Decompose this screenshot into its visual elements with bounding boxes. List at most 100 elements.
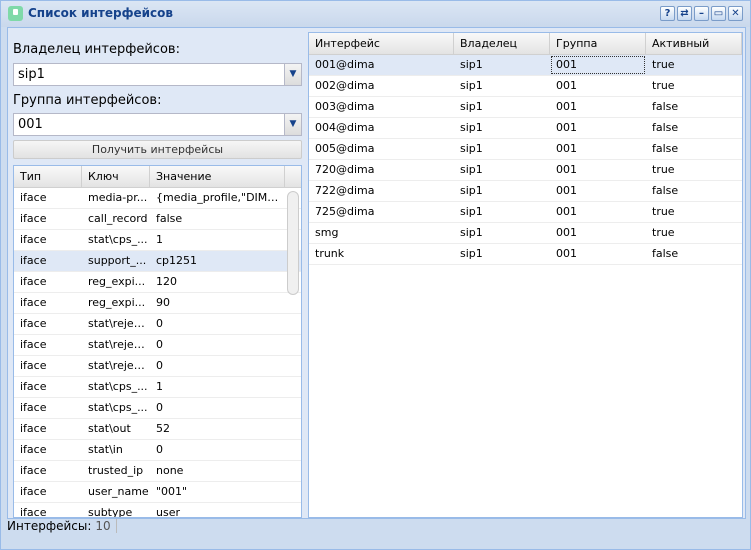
table-row[interactable]: 725@dima sip1 001 true xyxy=(309,202,742,223)
owner-cell: sip1 xyxy=(460,226,483,239)
owner-value: sip1 xyxy=(18,67,45,82)
owner-cell: sip1 xyxy=(460,163,483,176)
table-row[interactable]: iface reg_expi... 90 xyxy=(14,293,301,314)
active-cell: false xyxy=(652,142,679,155)
active-cell: true xyxy=(652,79,675,92)
table-row[interactable]: 720@dima sip1 001 true xyxy=(309,160,742,181)
table-row[interactable]: iface media-pr... {media_profile,"DIMA",".… xyxy=(14,188,301,209)
table-row[interactable]: iface reg_expi... 120 xyxy=(14,272,301,293)
table-row[interactable]: 722@dima sip1 001 false xyxy=(309,181,742,202)
table-row[interactable]: iface stat\in 0 xyxy=(14,440,301,461)
table-row[interactable]: iface trusted_ip none xyxy=(14,461,301,482)
window-body: Владелец интерфейсов: sip1 ▼ Группа инте… xyxy=(7,27,746,519)
maximize-button[interactable]: ▭ xyxy=(711,6,726,21)
app-icon xyxy=(8,6,23,21)
minimize-button[interactable]: – xyxy=(694,6,709,21)
value-cell: 1 xyxy=(156,233,163,246)
column-owner[interactable]: Владелец xyxy=(454,33,550,54)
column-value[interactable]: Значение xyxy=(150,166,285,187)
key-cell: stat\cps_... xyxy=(88,401,148,414)
table-row[interactable]: iface stat\rejec... 0 xyxy=(14,314,301,335)
table-row[interactable]: iface stat\rejec... 0 xyxy=(14,356,301,377)
table-row[interactable]: iface stat\cps_... 0 xyxy=(14,398,301,419)
value-cell: 0 xyxy=(156,338,163,351)
table-row[interactable]: iface subtype user xyxy=(14,503,301,518)
interface-cell: 002@dima xyxy=(315,79,375,92)
key-cell: stat\rejec... xyxy=(88,338,150,351)
table-row[interactable]: iface support_... cp1251 xyxy=(14,251,301,272)
type-cell: iface xyxy=(20,233,47,246)
active-cell: false xyxy=(652,121,679,134)
chevron-down-icon[interactable]: ▼ xyxy=(284,64,301,85)
owner-cell: sip1 xyxy=(460,79,483,92)
chevron-down-icon[interactable]: ▼ xyxy=(284,114,301,135)
owner-cell: sip1 xyxy=(460,121,483,134)
value-cell: 0 xyxy=(156,359,163,372)
column-type[interactable]: Тип xyxy=(14,166,82,187)
scrollbar[interactable] xyxy=(287,191,299,295)
value-cell: none xyxy=(156,464,184,477)
interface-cell: 003@dima xyxy=(315,100,375,113)
table-row[interactable]: trunk sip1 001 false xyxy=(309,244,742,265)
properties-grid: Тип Ключ Значение iface media-pr... {media… xyxy=(13,165,302,518)
type-cell: iface xyxy=(20,317,47,330)
refresh-button[interactable]: ⇄ xyxy=(677,6,692,21)
interface-cell: 722@dima xyxy=(315,184,375,197)
active-cell: true xyxy=(652,163,675,176)
key-cell: subtype xyxy=(88,506,133,518)
value-cell: 52 xyxy=(156,422,170,435)
table-row[interactable]: iface stat\rejec... 0 xyxy=(14,335,301,356)
table-row[interactable]: iface stat\cps_... 1 xyxy=(14,230,301,251)
active-cell: false xyxy=(652,247,679,260)
owner-cell: sip1 xyxy=(460,100,483,113)
status-bar: Интерфейсы: 10 xyxy=(7,519,117,533)
type-cell: iface xyxy=(20,359,47,372)
value-cell: {media_profile,"DIMA","... xyxy=(156,191,285,204)
value-cell: cp1251 xyxy=(156,254,198,267)
interface-cell: 004@dima xyxy=(315,121,375,134)
owner-cell: sip1 xyxy=(460,247,483,260)
table-row[interactable]: iface user_name "001" xyxy=(14,482,301,503)
table-row[interactable]: 001@dima sip1 001 true xyxy=(309,55,742,76)
get-interfaces-button[interactable]: Получить интерфейсы xyxy=(13,140,302,159)
owner-combo[interactable]: sip1 ▼ xyxy=(13,63,302,86)
column-interface[interactable]: Интерфейс xyxy=(309,33,454,54)
owner-cell: sip1 xyxy=(460,205,483,218)
active-cell: false xyxy=(652,100,679,113)
table-row[interactable]: smg sip1 001 true xyxy=(309,223,742,244)
type-cell: iface xyxy=(20,212,47,225)
column-group[interactable]: Группа xyxy=(550,33,646,54)
table-row[interactable]: 005@dima sip1 001 false xyxy=(309,139,742,160)
key-cell: trusted_ip xyxy=(88,464,144,477)
group-combo[interactable]: 001 ▼ xyxy=(13,113,302,136)
value-cell: 0 xyxy=(156,317,163,330)
key-cell: reg_expi... xyxy=(88,296,146,309)
status-label: Интерфейсы: xyxy=(7,519,92,533)
interfaces-window: Список интерфейсов ? ⇄ – ▭ ✕ Владелец ин… xyxy=(0,0,751,550)
close-button[interactable]: ✕ xyxy=(728,6,743,21)
key-cell: stat\out xyxy=(88,422,131,435)
owner-label: Владелец интерфейсов: xyxy=(13,42,180,57)
interface-cell: 001@dima xyxy=(315,58,375,71)
active-cell: true xyxy=(652,205,675,218)
value-cell: user xyxy=(156,506,180,518)
key-cell: call_record xyxy=(88,212,148,225)
interface-count: 10 xyxy=(95,519,117,533)
table-row[interactable]: iface stat\cps_... 1 xyxy=(14,377,301,398)
type-cell: iface xyxy=(20,296,47,309)
column-key[interactable]: Ключ xyxy=(82,166,150,187)
owner-cell: sip1 xyxy=(460,142,483,155)
help-button[interactable]: ? xyxy=(660,6,675,21)
table-row[interactable]: 004@dima sip1 001 false xyxy=(309,118,742,139)
interface-cell: trunk xyxy=(315,247,345,260)
value-cell: "001" xyxy=(156,485,188,498)
interfaces-header: Интерфейс Владелец Группа Активный xyxy=(309,33,742,55)
table-row[interactable]: 003@dima sip1 001 false xyxy=(309,97,742,118)
column-active[interactable]: Активный xyxy=(646,33,742,54)
table-row[interactable]: iface call_record false xyxy=(14,209,301,230)
key-cell: stat\rejec... xyxy=(88,359,150,372)
group-label: Группа интерфейсов: xyxy=(13,93,162,108)
table-row[interactable]: iface stat\out 52 xyxy=(14,419,301,440)
table-row[interactable]: 002@dima sip1 001 true xyxy=(309,76,742,97)
group-cell: 001 xyxy=(556,121,577,134)
